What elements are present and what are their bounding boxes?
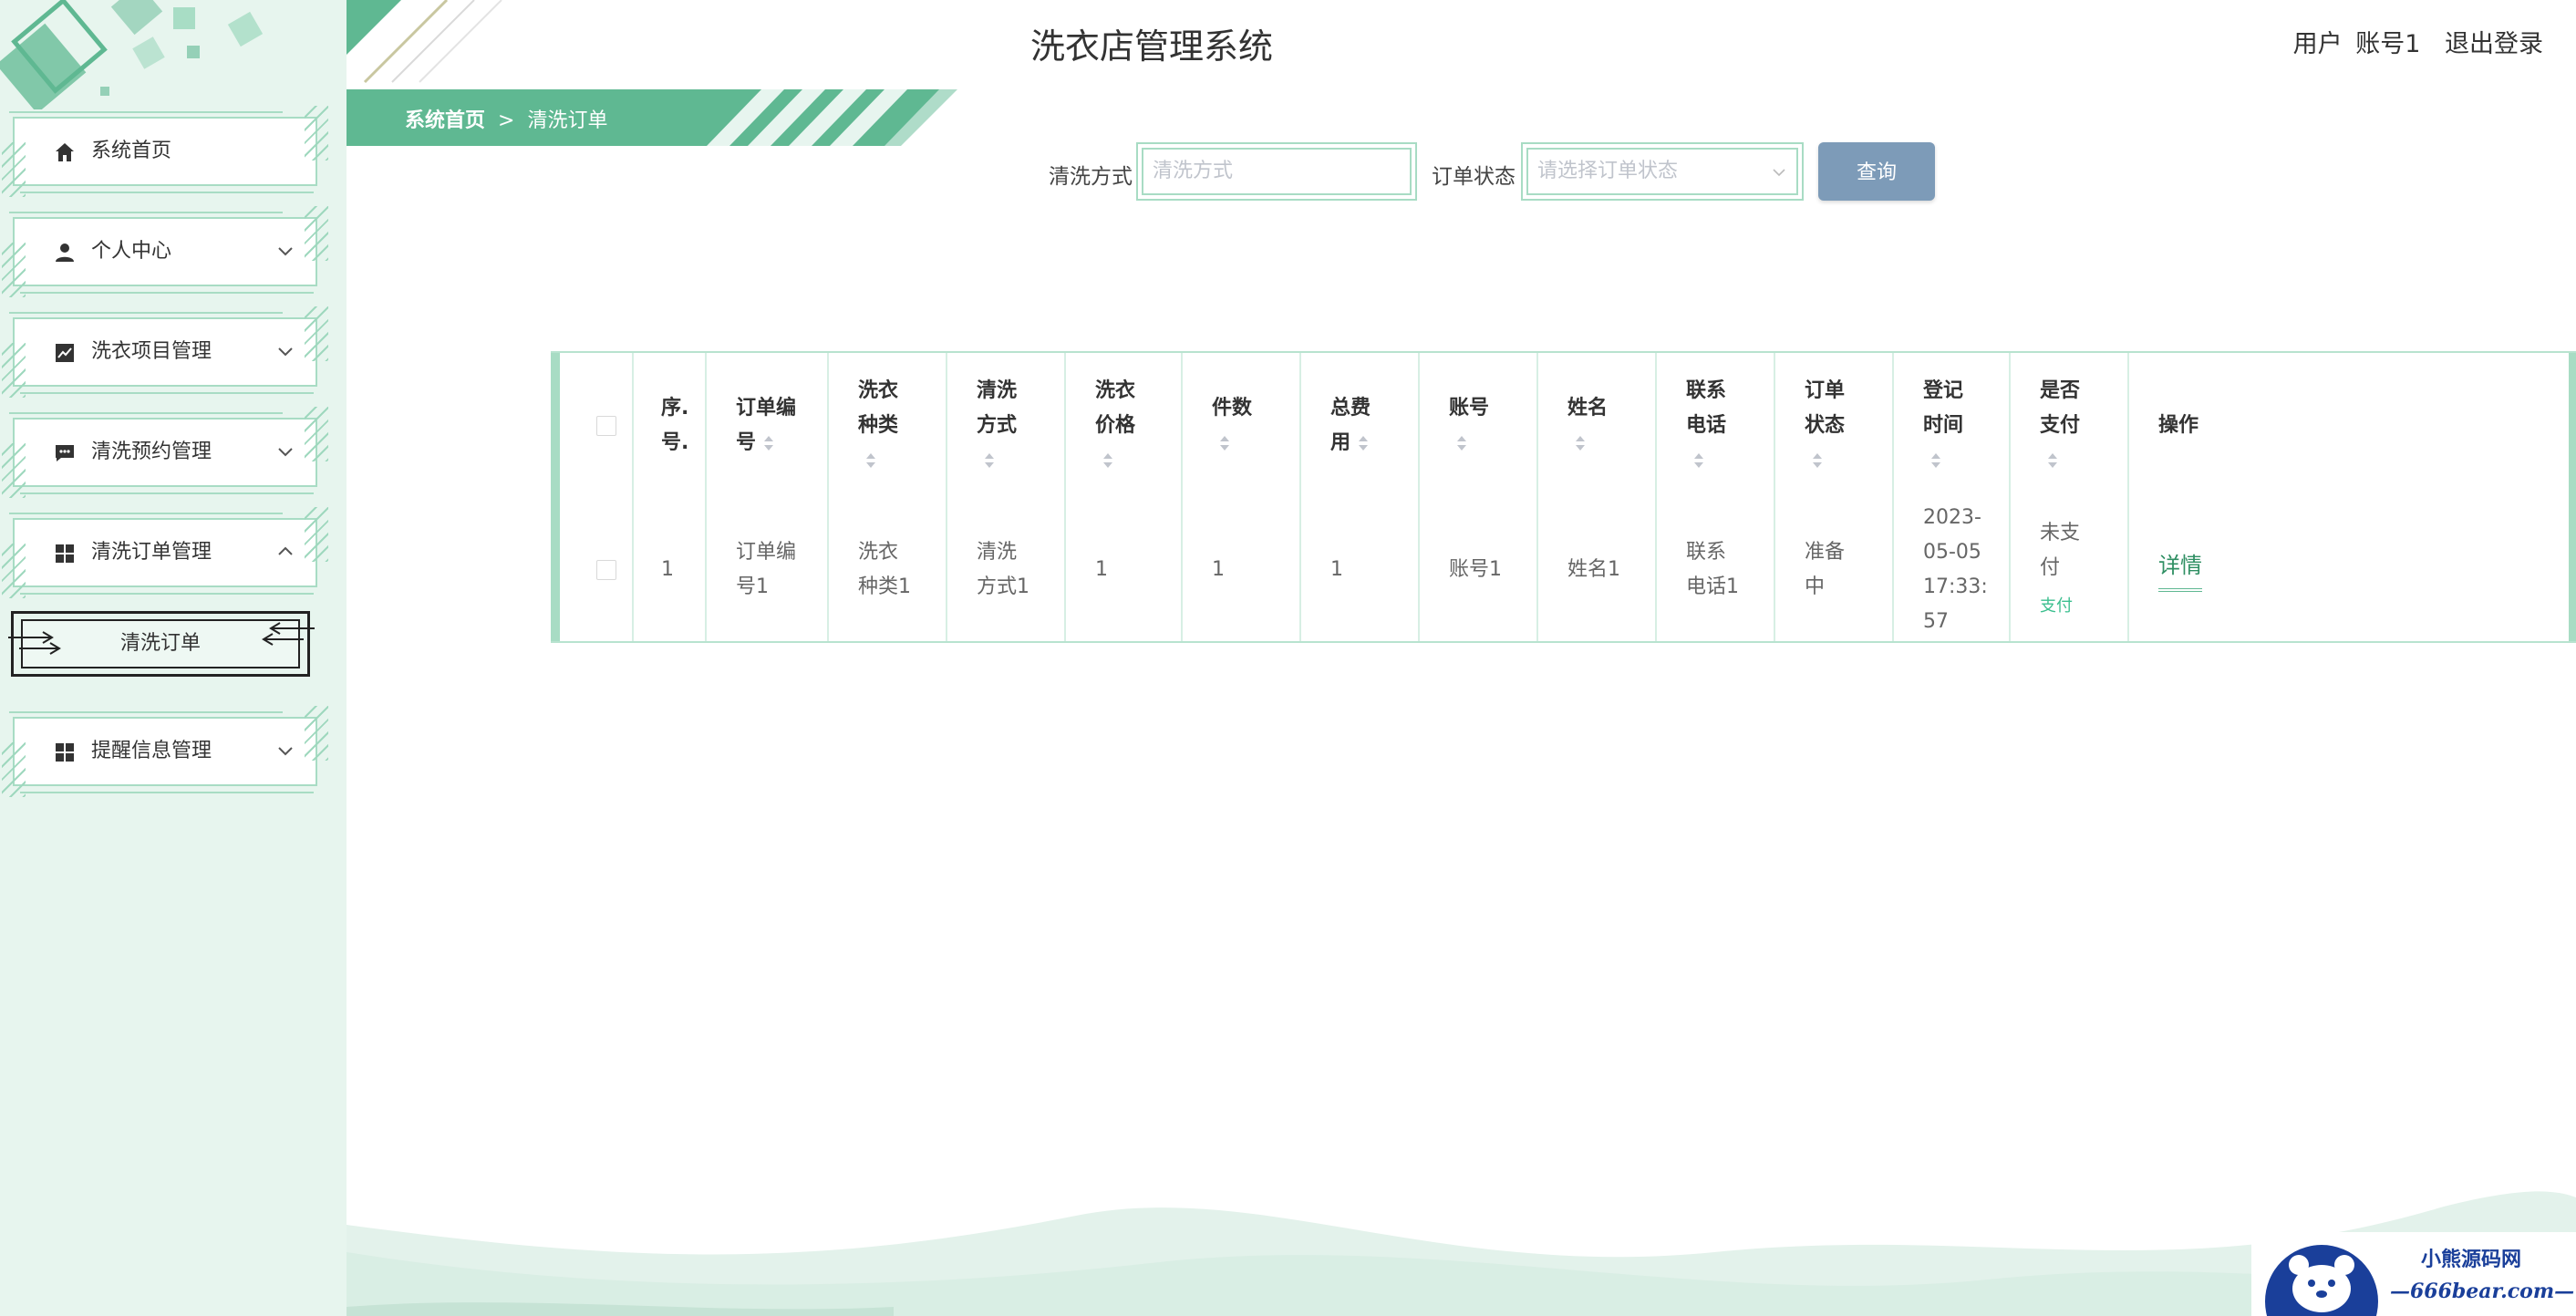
col-index: 序. 号. [633,353,707,499]
cell-type: 洗衣 种类1 [828,499,947,641]
cell-paid: 未支付支付 [2010,499,2129,641]
sort-icon[interactable] [1217,432,1232,454]
sort-icon[interactable] [1454,432,1469,454]
cell-account: 账号1 [1419,499,1538,641]
col-action: 操作 [2158,414,2199,437]
sidebar-item-cleaning-orders[interactable]: 清洗订单管理 [2,507,328,598]
cell-status: 准备中 [1774,499,1894,641]
chevron-down-icon [278,747,293,756]
detail-button[interactable]: 详情 [2158,548,2202,592]
col-count[interactable]: 件数 [1182,353,1301,499]
col-account[interactable]: 账号 [1419,353,1538,499]
sort-icon[interactable] [1573,432,1588,454]
row-checkbox[interactable] [596,560,616,580]
col-order-no[interactable]: 订单编号 [706,353,829,499]
sidebar-item-home[interactable]: 系统首页 [2,106,328,197]
user-label: 用户 [2292,30,2343,58]
cell-time: 2023- 05-05 17:33: 57 [1893,499,2011,641]
cell-price: 1 [1065,499,1183,641]
status-select-input[interactable] [1536,153,1763,188]
select-all-cell [560,353,634,499]
breadcrumb: 系统首页 > 清洗订单 [405,104,607,133]
col-method[interactable]: 清洗 方式 [947,353,1066,499]
sort-icon[interactable] [1810,450,1825,471]
decorative-wave [347,1191,2576,1316]
sidebar-item-label: 洗衣项目管理 [91,340,212,363]
chat-icon [53,441,77,465]
cell-count: 1 [1182,499,1301,641]
cell-method: 清洗 方式1 [947,499,1066,641]
status-label: 订单状态 [1432,165,1516,189]
col-type[interactable]: 洗衣 种类 [828,353,947,499]
col-total[interactable]: 总费用 [1300,353,1420,499]
breadcrumb-separator: > [498,109,515,132]
chevron-down-icon [278,448,293,457]
bear-logo-icon [2265,1245,2378,1316]
pay-link[interactable]: 支付 [2040,589,2127,624]
sort-icon[interactable] [761,432,776,454]
chevron-down-icon [278,247,293,256]
decorative-squares [0,0,264,109]
method-label: 清洗方式 [1049,165,1133,189]
query-button[interactable]: 查询 [1818,142,1935,201]
user-icon [53,241,77,264]
status-select[interactable] [1521,142,1804,201]
grid-icon [53,542,77,565]
chevron-up-icon [278,546,293,555]
sidebar-item-cleaning-appointments[interactable]: 清洗预约管理 [2,407,328,498]
username: 账号1 [2355,30,2421,58]
sort-icon[interactable] [864,450,878,471]
breadcrumb-home[interactable]: 系统首页 [405,109,485,132]
chart-icon [53,341,77,365]
grid-icon [53,741,77,764]
col-status[interactable]: 订单 状态 [1774,353,1894,499]
table-header-row: 序. 号. 订单编号 洗衣 种类 清洗 方式 洗衣 价格 件数 总费用 账号 姓名 联系… [560,353,2560,499]
sort-icon[interactable] [1691,450,1706,471]
arrow-left-icon [262,622,315,646]
sort-icon[interactable] [982,450,997,471]
sort-icon[interactable] [1929,450,1943,471]
sort-icon[interactable] [1356,432,1371,454]
sort-icon[interactable] [2045,450,2060,471]
watermark-logo: 小熊源码网 —666bear.com— [2251,1232,2576,1316]
col-paid[interactable]: 是否 支付 [2010,353,2129,499]
page-title: 洗衣店管理系统 [1030,26,1274,67]
chevron-down-icon [278,347,293,357]
col-price[interactable]: 洗衣 价格 [1065,353,1183,499]
sidebar-item-label: 个人中心 [91,240,172,263]
cell-name: 姓名1 [1537,499,1657,641]
home-icon [53,140,77,164]
orders-table: 序. 号. 订单编号 洗衣 种类 清洗 方式 洗衣 价格 件数 总费用 账号 姓名 联系… [551,351,2576,643]
sidebar-item-label: 清洗订单管理 [91,541,212,564]
method-input[interactable] [1151,153,1377,188]
chevron-down-icon [1773,169,1785,177]
sidebar-item-label: 提醒信息管理 [91,740,212,762]
row-select-cell [560,499,634,641]
cell-action: 详情 [2128,499,2560,641]
breadcrumb-current: 清洗订单 [527,109,608,132]
sidebar-item-personal-center[interactable]: 个人中心 [2,206,328,297]
sidebar-item-label: 清洗预约管理 [91,440,212,463]
select-all-checkbox[interactable] [596,416,616,436]
user-area: 用户 账号1 退出登录 [2288,24,2543,59]
cell-index: 1 [633,499,707,641]
table-row: 1 订单编 号1 洗衣 种类1 清洗 方式1 1 1 1 账号1 姓名1 联系 电话1 … [560,499,2560,641]
col-name[interactable]: 姓名 [1537,353,1657,499]
col-time[interactable]: 登记 时间 [1893,353,2011,499]
sidebar-item-laundry-projects[interactable]: 洗衣项目管理 [2,306,328,398]
sidebar: 系统首页 个人中心 洗衣项目管理 清洗预约管理 清洗订单管理 清洗订单 提醒信息… [0,0,347,1316]
sidebar-item-reminders[interactable]: 提醒信息管理 [2,706,328,797]
sidebar-item-label: 系统首页 [91,140,172,162]
cell-total: 1 [1300,499,1420,641]
cell-order-no: 订单编 号1 [706,499,829,641]
method-input-box[interactable] [1136,142,1417,201]
col-phone[interactable]: 联系 电话 [1656,353,1775,499]
sort-icon[interactable] [1101,450,1115,471]
cell-phone: 联系 电话1 [1656,499,1775,641]
logout-button[interactable]: 退出登录 [2445,30,2543,58]
watermark-title: 小熊源码网 [2421,1248,2522,1271]
watermark-url: —666bear.com— [2390,1280,2575,1303]
submenu-item-cleaning-order[interactable]: 清洗订单 [8,611,315,677]
